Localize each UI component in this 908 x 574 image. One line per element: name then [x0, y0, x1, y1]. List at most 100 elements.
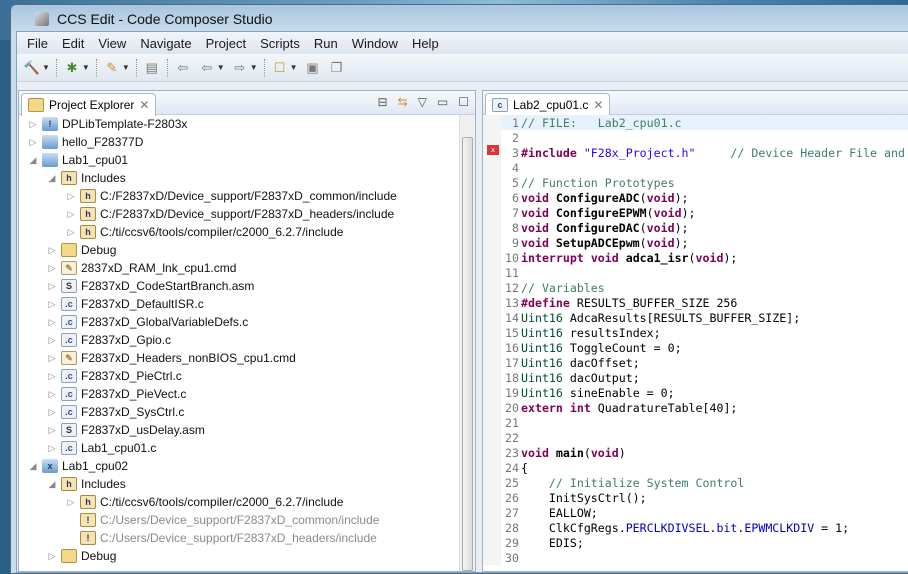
tree-item[interactable]: ▷ .c F2837xD_PieVect.c	[19, 385, 459, 403]
menu-view[interactable]: View	[92, 36, 134, 51]
tree-item[interactable]: ▷ h C:/ti/ccsv6/tools/compiler/c2000_6.2.7…	[19, 493, 459, 511]
expand-arrow-icon[interactable]: ▷	[65, 191, 77, 202]
tree-item[interactable]: ▷ .c F2837xD_DefaultISR.c	[19, 295, 459, 313]
expand-arrow-icon[interactable]: ◢	[27, 461, 39, 472]
tab-lab2-cpu01[interactable]: c Lab2_cpu01.c ✕	[485, 93, 611, 116]
new-icon[interactable]: ☐	[271, 59, 289, 77]
tree-item[interactable]: ▷ .c F2837xD_PieCtrl.c	[19, 367, 459, 385]
expand-arrow-icon[interactable]: ▷	[65, 497, 77, 508]
menu-run[interactable]: Run	[308, 36, 346, 51]
expand-arrow-icon[interactable]: ▷	[46, 281, 58, 292]
back-dropdown-icon[interactable]: ▼	[217, 63, 225, 72]
tree-item[interactable]: ▷ h C:/F2837xD/Device_support/F2837xD_head…	[19, 205, 459, 223]
view-icon[interactable]: ▤	[143, 59, 161, 77]
expand-arrow-icon[interactable]: ▷	[46, 371, 58, 382]
tree-item[interactable]: ▷ .c Lab1_cpu01.c	[19, 439, 459, 457]
menu-help[interactable]: Help	[406, 36, 447, 51]
expand-arrow-icon[interactable]: ▷	[65, 227, 77, 238]
tree-item[interactable]: ◢ Lab1_cpu01	[19, 151, 459, 169]
tree-item[interactable]: ▷ ✎ 2837xD_RAM_lnk_cpu1.cmd	[19, 259, 459, 277]
new-dropdown-icon[interactable]: ▼	[290, 63, 298, 72]
save-all-icon[interactable]: ❐	[328, 59, 346, 77]
maximize-icon[interactable]: ☐	[458, 95, 469, 109]
minimize-icon[interactable]: ▭	[437, 95, 448, 109]
menu-project[interactable]: Project	[200, 36, 254, 51]
tree-item[interactable]: ! C:/Users/Device_support/F2837xD_common/…	[19, 511, 459, 529]
menu-edit[interactable]: Edit	[56, 36, 92, 51]
tree-item[interactable]: ▷ hello_F28377D	[19, 133, 459, 151]
line-number: 19	[505, 385, 519, 400]
line-number: 21	[505, 415, 519, 430]
last-edit-icon[interactable]: ⇦	[174, 59, 192, 77]
code-token: RESULTS_BUFFER_SIZE 256	[569, 295, 738, 310]
expand-arrow-icon[interactable]: ▷	[27, 119, 39, 130]
code-line: 30	[483, 550, 908, 565]
debug-dropdown-icon[interactable]: ▼	[82, 63, 90, 72]
line-number: 26	[505, 490, 519, 505]
menu-scripts[interactable]: Scripts	[254, 36, 308, 51]
build-hammer-icon[interactable]: 🔨	[23, 59, 41, 77]
close-icon[interactable]: ✕	[593, 98, 603, 112]
menu-file[interactable]: File	[21, 36, 56, 51]
tree-item[interactable]: ▷ S F2837xD_CodeStartBranch.asm	[19, 277, 459, 295]
code-token: );	[723, 250, 738, 265]
code-editor[interactable]: 1// FILE: Lab2_cpu01.c 2 x 3 #include "F28x_…	[483, 115, 908, 571]
expand-arrow-icon[interactable]: ▷	[46, 425, 58, 436]
tree-item[interactable]: ▷ Debug	[19, 241, 459, 259]
tree-item[interactable]: ▷ .c F2837xD_SysCtrl.c	[19, 403, 459, 421]
expand-arrow-icon[interactable]: ▷	[65, 209, 77, 220]
expand-arrow-icon[interactable]: ▷	[46, 317, 58, 328]
tree-item[interactable]: ◢ x Lab1_cpu02	[19, 457, 459, 475]
tree-item[interactable]: ▷ Debug	[19, 547, 459, 565]
explorer-tab-header: Project Explorer ✕ ⊟ ⇆ ▽ ▭ ☐	[19, 91, 475, 116]
tab-project-explorer[interactable]: Project Explorer ✕	[21, 93, 157, 116]
tree-item[interactable]: ▷ h C:/F2837xD/Device_support/F2837xD_comm…	[19, 187, 459, 205]
scrollbar-thumb[interactable]	[462, 137, 473, 571]
expand-arrow-icon[interactable]: ▷	[46, 407, 58, 418]
error-marker-icon[interactable]: x	[487, 145, 499, 155]
tree-item-label: F2837xD_SysCtrl.c	[81, 405, 185, 419]
expand-arrow-icon[interactable]: ▷	[46, 299, 58, 310]
forward-icon[interactable]: ⇨	[231, 59, 249, 77]
tree-item[interactable]: ◢ h Includes	[19, 169, 459, 187]
menu-navigate[interactable]: Navigate	[134, 36, 199, 51]
expand-arrow-icon[interactable]: ◢	[27, 155, 39, 166]
code-token: int	[569, 400, 591, 415]
forward-dropdown-icon[interactable]: ▼	[250, 63, 258, 72]
expand-arrow-icon[interactable]: ▷	[46, 443, 58, 454]
close-icon[interactable]: ✕	[139, 98, 149, 112]
expand-arrow-icon[interactable]: ▷	[46, 551, 58, 562]
tree-item[interactable]: ▷ ✎ F2837xD_Headers_nonBIOS_cpu1.cmd	[19, 349, 459, 367]
menu-window[interactable]: Window	[346, 36, 406, 51]
vertical-scrollbar[interactable]	[459, 115, 475, 571]
tree-item[interactable]: ▷ .c F2837xD_Gpio.c	[19, 331, 459, 349]
expand-arrow-icon[interactable]: ▷	[46, 263, 58, 274]
tree-item[interactable]: ▷ .c F2837xD_GlobalVariableDefs.c	[19, 313, 459, 331]
back-icon[interactable]: ⇦	[198, 59, 216, 77]
line-number: 27	[505, 505, 519, 520]
link-editor-icon[interactable]: ⇆	[398, 95, 408, 109]
debug-bug-icon[interactable]: ✱	[63, 59, 81, 77]
build-dropdown-icon[interactable]: ▼	[42, 63, 50, 72]
save-icon[interactable]: ▣	[304, 59, 322, 77]
expand-arrow-icon[interactable]: ▷	[46, 245, 58, 256]
expand-arrow-icon[interactable]: ▷	[46, 389, 58, 400]
view-menu-icon[interactable]: ▽	[418, 95, 427, 109]
code-token: (	[639, 190, 647, 205]
tree-item[interactable]: ▷ S F2837xD_usDelay.asm	[19, 421, 459, 439]
flash-dropdown-icon[interactable]: ▼	[122, 63, 130, 72]
tree-item[interactable]: ! C:/Users/Device_support/F2837xD_headers…	[19, 529, 459, 547]
expand-arrow-icon[interactable]: ◢	[46, 479, 58, 490]
expand-arrow-icon[interactable]: ▷	[46, 353, 58, 364]
tree-item-label: Includes	[81, 171, 126, 185]
collapse-all-icon[interactable]: ⊟	[378, 95, 388, 109]
expand-arrow-icon[interactable]: ▷	[46, 335, 58, 346]
expand-arrow-icon[interactable]: ◢	[46, 173, 58, 184]
tree-item[interactable]: ▷! DPLibTemplate-F2803x	[19, 115, 459, 133]
tree-item[interactable]: ▷ h C:/ti/ccsv6/tools/compiler/c2000_6.2.7…	[19, 223, 459, 241]
expand-arrow-icon[interactable]: ▷	[27, 137, 39, 148]
code-token: void	[521, 445, 549, 460]
flash-icon[interactable]: ✎	[103, 59, 121, 77]
tree-item[interactable]: ◢ h Includes	[19, 475, 459, 493]
